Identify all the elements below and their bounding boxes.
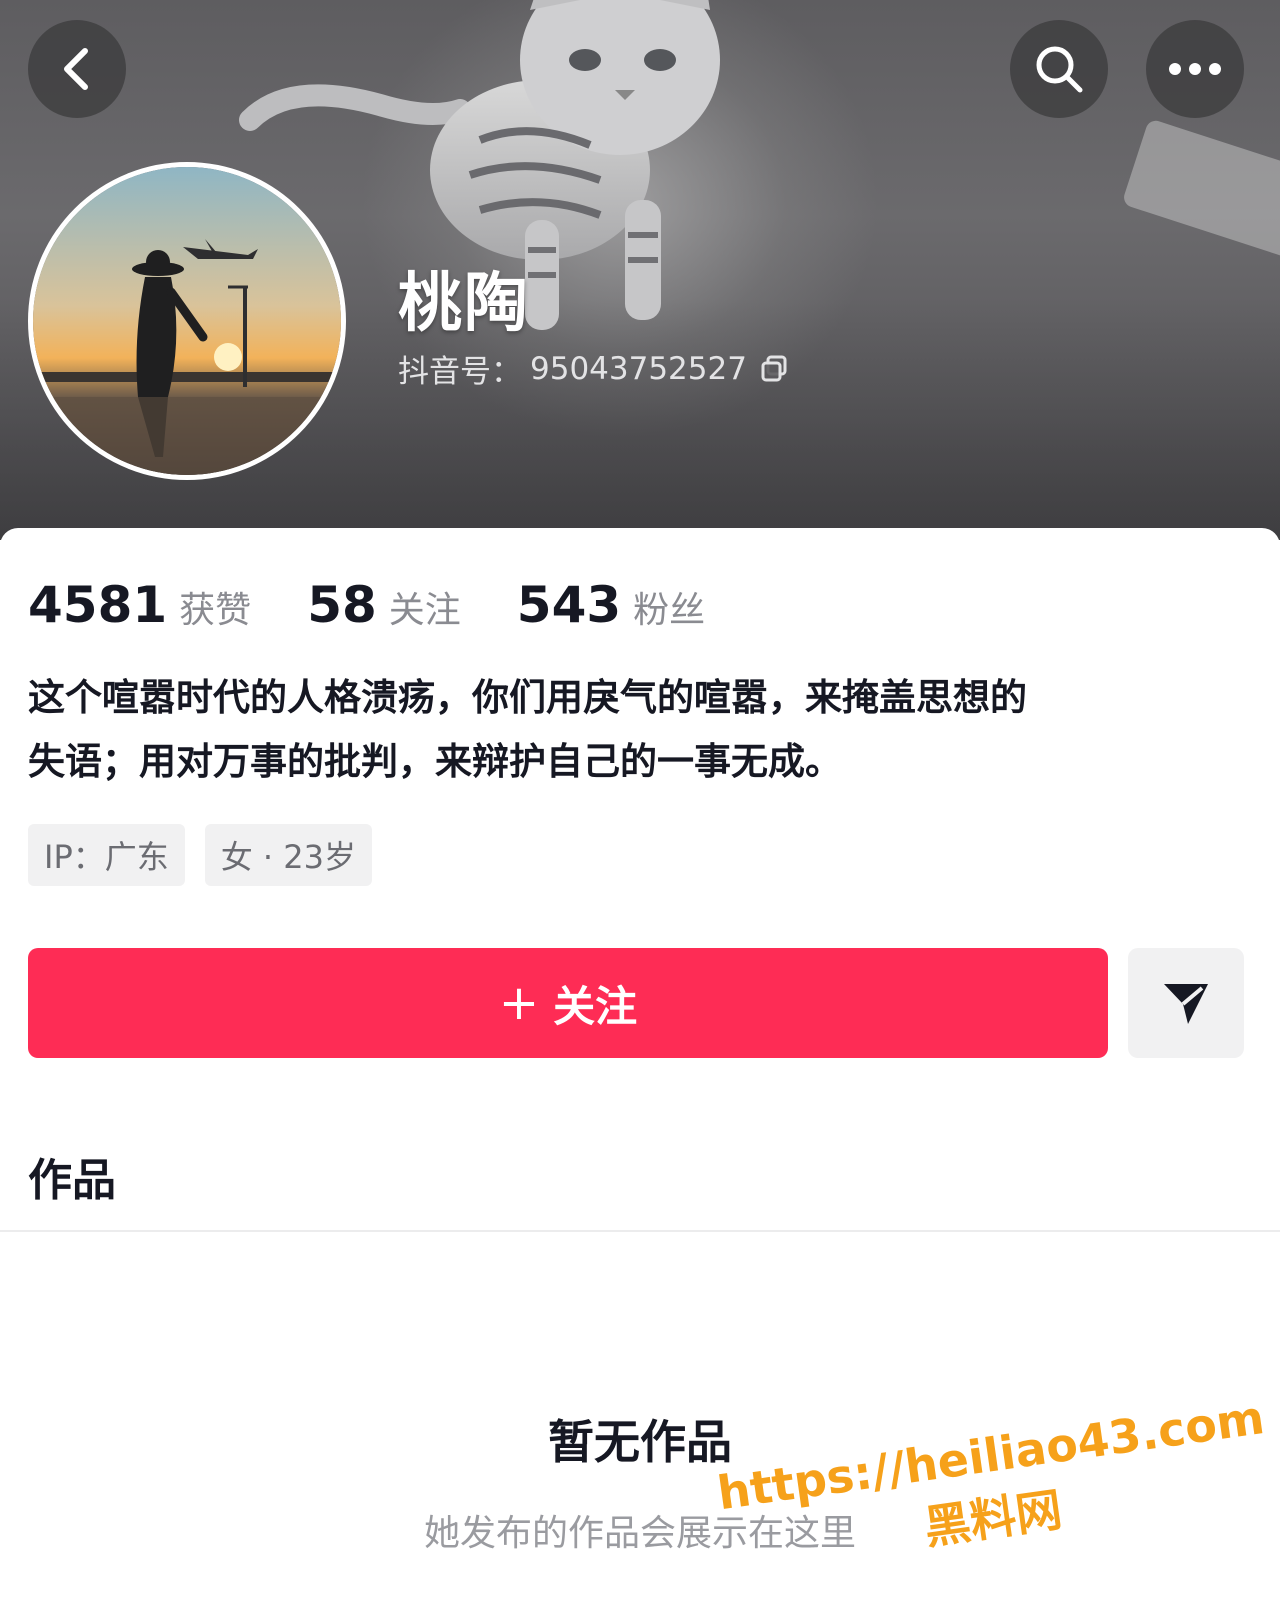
account-id-label: 抖音号： xyxy=(398,354,522,390)
bio: 这个喧嚣时代的人格溃疡，你们用戾气的喧嚣，来掩盖思想的 失语；用对万事的批判，来… xyxy=(28,666,1248,794)
send-icon xyxy=(1164,984,1208,1024)
stat-value: 543 xyxy=(516,576,622,634)
more-dots-icon xyxy=(1169,63,1221,75)
account-id-row[interactable]: 抖音号： 95043752527 xyxy=(398,346,789,391)
stat-likes[interactable]: 4581 获赞 xyxy=(28,576,251,634)
tag-gender-age: 女 · 23岁 xyxy=(204,824,372,886)
chevron-left-icon xyxy=(64,48,88,90)
back-button[interactable] xyxy=(28,20,126,118)
search-button[interactable] xyxy=(1010,20,1108,118)
stat-value: 58 xyxy=(307,576,377,634)
copy-icon[interactable] xyxy=(759,354,789,384)
follow-button[interactable]: + 关注 xyxy=(28,948,1108,1058)
stat-followers[interactable]: 543 粉丝 xyxy=(517,576,705,634)
send-message-button[interactable] xyxy=(1128,948,1244,1058)
profile-banner: 桃陶 抖音号： 95043752527 xyxy=(0,0,1280,540)
avatar[interactable] xyxy=(28,162,346,480)
tab-works[interactable]: 作品 xyxy=(28,1144,116,1208)
plus-icon: + xyxy=(498,975,540,1031)
search-icon xyxy=(1036,46,1083,93)
banner-rug xyxy=(1121,118,1280,272)
account-id-value: 95043752527 xyxy=(530,350,747,387)
bio-line: 失语；用对万事的批判，来辩护自己的一事无成。 xyxy=(28,740,842,783)
stat-label: 粉丝 xyxy=(633,590,706,631)
tag-ip: IP：广东 xyxy=(28,824,185,886)
more-button[interactable] xyxy=(1146,20,1244,118)
tab-divider xyxy=(0,1230,1280,1232)
follow-label: 关注 xyxy=(553,981,638,1031)
bio-line: 这个喧嚣时代的人格溃疡，你们用戾气的喧嚣，来掩盖思想的 xyxy=(28,676,1027,719)
stat-label: 获赞 xyxy=(179,590,252,631)
stat-value: 4581 xyxy=(28,576,168,634)
nickname: 桃陶 xyxy=(398,267,530,341)
stat-following[interactable]: 58 关注 xyxy=(307,576,461,634)
tags-row: IP：广东 女 · 23岁 xyxy=(28,824,372,886)
avatar-image xyxy=(33,167,341,475)
stats-row: 4581 获赞 58 关注 543 粉丝 xyxy=(28,576,761,634)
stat-label: 关注 xyxy=(388,590,461,631)
